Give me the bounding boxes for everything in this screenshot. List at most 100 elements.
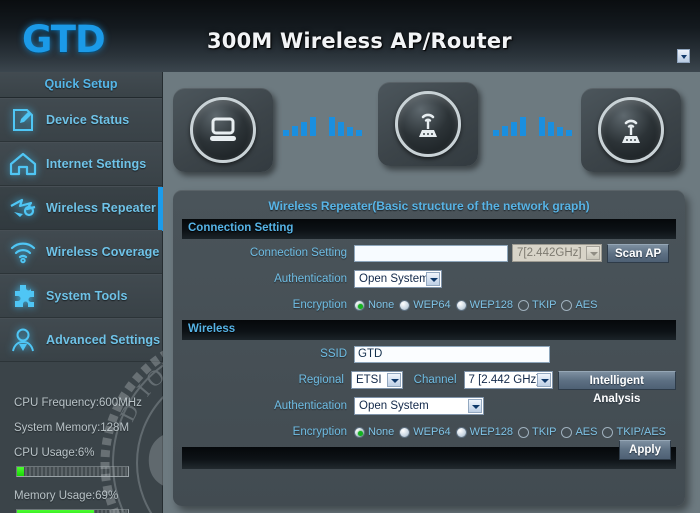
- connection-encryption-none[interactable]: None: [354, 299, 394, 311]
- sidebar-item-wireless-coverage[interactable]: Wireless Coverage: [0, 230, 162, 274]
- wireless-authentication-label: Authentication: [274, 400, 347, 412]
- chevron-down-icon: [468, 399, 482, 413]
- router-antenna-icon: [598, 97, 664, 163]
- wireless-authentication-select[interactable]: Open System: [354, 397, 484, 415]
- panel-title: Wireless Repeater(Basic structure of the…: [268, 199, 590, 213]
- signal-bars-down-2: [539, 112, 572, 136]
- connection-channel-value: 7[2.442GHz]: [517, 247, 582, 259]
- page-title: 300M Wireless AP/Router: [207, 29, 512, 53]
- memory-usage-text: Memory Usage:69%: [14, 490, 119, 502]
- radio-icon: [455, 426, 467, 438]
- cpu-usage-text: CPU Usage:6%: [14, 447, 95, 459]
- chevron-down-icon: [426, 272, 440, 286]
- radio-icon: [399, 426, 411, 438]
- wireless-encryption-tkip-aes[interactable]: TKIP/AES: [602, 426, 666, 438]
- signal-bars-down-1: [329, 112, 362, 136]
- radio-icon: [354, 299, 365, 311]
- user-icon: [0, 318, 46, 362]
- sidebar-item-device-status[interactable]: Device Status: [0, 98, 162, 142]
- chevron-down-icon: [536, 373, 551, 387]
- channel-label: Channel: [413, 374, 457, 386]
- radio-label: None: [368, 299, 395, 311]
- ssid-input[interactable]: [354, 345, 550, 363]
- puzzle-icon: [0, 274, 46, 318]
- topology-node-repeater[interactable]: [378, 82, 478, 166]
- connection-setting-input[interactable]: [354, 244, 508, 262]
- radio-label: AES: [575, 299, 598, 311]
- radio-icon: [399, 299, 411, 311]
- chevron-down-icon: [677, 49, 690, 63]
- wireless-encryption-wep64[interactable]: WEP64: [399, 426, 451, 438]
- chevron-down-icon: [586, 246, 600, 260]
- wireless-encryption-radios: None WEP64 WEP128 TKIP AES TKIP/AES: [354, 426, 666, 438]
- sidebar-item-label: Device Status: [46, 113, 130, 127]
- connection-setting-row: Connection Setting 7[2.442GHz] Scan AP: [182, 241, 676, 265]
- channel-value: 7 [2.442 GHz]: [468, 374, 540, 386]
- radio-label: WEP64: [413, 426, 451, 438]
- radio-label: TKIP/AES: [616, 426, 667, 438]
- connection-encryption-tkip[interactable]: TKIP: [518, 299, 556, 311]
- sidebar-item-internet-settings[interactable]: Internet Settings: [0, 142, 162, 186]
- ssid-label: SSID: [320, 348, 347, 360]
- connection-channel-select: 7[2.442GHz]: [512, 244, 602, 262]
- radio-label: WEP64: [413, 299, 451, 311]
- memory-usage-bar: [16, 509, 129, 513]
- router-antenna-icon: [395, 91, 461, 157]
- connection-encryption-label: Encryption: [292, 299, 347, 311]
- regional-channel-row: Regional ETSI Channel 7 [2.442 GHz] Inte…: [182, 368, 676, 405]
- connection-encryption-wep128[interactable]: WEP128: [455, 299, 514, 311]
- radio-icon: [455, 299, 467, 311]
- network-topology: [163, 72, 700, 187]
- sidebar-section-title: Quick Setup: [0, 72, 162, 98]
- intelligent-analysis-button[interactable]: Intelligent Analysis: [557, 370, 676, 405]
- topology-node-root-ap[interactable]: [581, 88, 681, 172]
- wireless-encryption-row: Encryption None WEP64 WEP128 TKIP AES TKIP/AE…: [182, 420, 676, 444]
- cpu-usage-bar: [16, 466, 129, 477]
- settings-panel: Wireless Repeater(Basic structure of the…: [173, 190, 685, 506]
- sidebar-item-advanced-settings[interactable]: Advanced Settings: [0, 318, 162, 362]
- sidebar-item-wireless-repeater[interactable]: Wireless Repeater: [0, 186, 173, 231]
- wireless-encryption-tkip[interactable]: TKIP: [518, 426, 556, 438]
- radio-label: None: [368, 426, 395, 438]
- regional-select[interactable]: ETSI: [350, 371, 403, 389]
- apply-button[interactable]: Apply: [619, 440, 671, 460]
- connection-encryption-row: Encryption None WEP64 WEP128 TKIP AES: [182, 293, 676, 317]
- connection-authentication-label: Authentication: [274, 273, 347, 285]
- system-status: CPU Frequency:600MHz System Memory:128M …: [0, 385, 163, 513]
- wireless-encryption-wep128[interactable]: WEP128: [455, 426, 513, 438]
- connection-authentication-select[interactable]: Open System: [354, 270, 442, 288]
- sidebar-item-label: Wireless Repeater: [46, 201, 156, 215]
- channel-select[interactable]: 7 [2.442 GHz]: [463, 371, 553, 389]
- content-area: Wireless Repeater(Basic structure of the…: [163, 72, 700, 513]
- wireless-encryption-label: Encryption: [292, 426, 347, 438]
- system-memory-text: System Memory:128M: [14, 422, 130, 434]
- connection-encryption-wep64[interactable]: WEP64: [399, 299, 451, 311]
- sidebar-item-label: Advanced Settings: [46, 333, 161, 347]
- radio-label: AES: [575, 426, 598, 438]
- regional-label: Regional: [298, 374, 344, 386]
- sidebar-item-label: System Tools: [46, 289, 128, 303]
- wireless-encryption-none[interactable]: None: [354, 426, 394, 438]
- sidebar-item-label: Wireless Coverage: [46, 245, 160, 259]
- router-admin-page: GTD 300M Wireless AP/Router English Quic…: [0, 0, 700, 513]
- apply-button-wrap: Apply: [619, 440, 671, 460]
- language-selector[interactable]: English: [606, 47, 692, 65]
- cpu-frequency-text: CPU Frequency:600MHz: [14, 397, 142, 409]
- sidebar-item-label: Internet Settings: [46, 157, 147, 171]
- page-header: GTD 300M Wireless AP/Router English: [0, 0, 700, 72]
- scan-ap-button[interactable]: Scan AP: [607, 243, 670, 263]
- signal-bars-up-1: [283, 112, 316, 136]
- connection-setting-label: Connection Setting: [249, 247, 347, 259]
- connection-authentication-value: Open System: [359, 273, 429, 285]
- connection-encryption-aes[interactable]: AES: [561, 299, 597, 311]
- edit-document-icon: [0, 98, 46, 142]
- radio-icon: [518, 299, 530, 311]
- sidebar-item-system-tools[interactable]: System Tools: [0, 274, 162, 318]
- radio-icon: [354, 426, 365, 438]
- wireless-encryption-aes[interactable]: AES: [561, 426, 597, 438]
- wireless-authentication-value: Open System: [359, 400, 429, 412]
- radio-label: TKIP: [532, 299, 557, 311]
- signal-bars-up-2: [493, 112, 526, 136]
- radio-label: WEP128: [469, 299, 514, 311]
- topology-node-computer[interactable]: [173, 88, 273, 172]
